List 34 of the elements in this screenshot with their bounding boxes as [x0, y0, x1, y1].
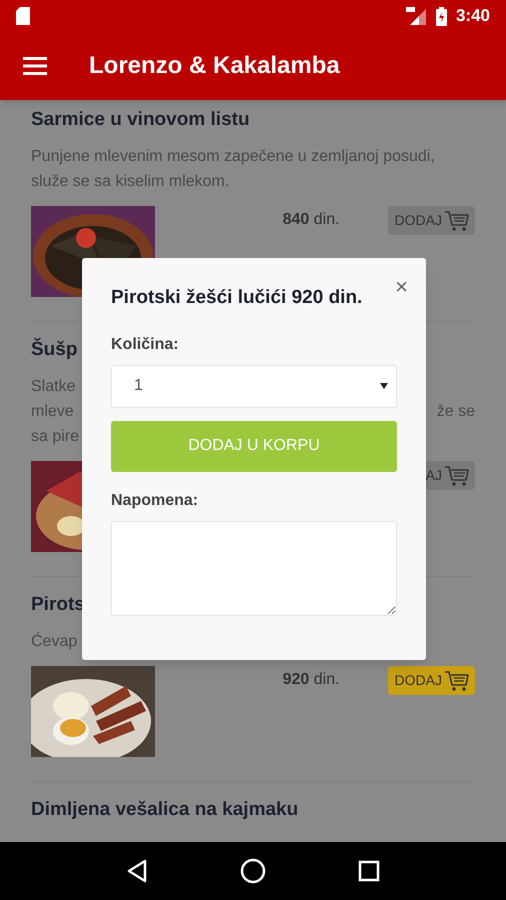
back-icon[interactable] [126, 859, 148, 883]
recents-icon[interactable] [358, 860, 380, 882]
note-field[interactable] [111, 520, 397, 616]
cart-icon [444, 670, 470, 692]
dish-description: Slatke [31, 377, 76, 397]
signal-icon [406, 7, 426, 25]
note-label: Napomena: [111, 490, 200, 510]
close-button[interactable]: × [395, 276, 408, 298]
app-title: Lorenzo & Kakalamba [89, 51, 340, 81]
add-button[interactable]: DODAJ [388, 666, 475, 695]
dish-description: Ćevap [31, 631, 78, 652]
dish-description: mleve [31, 402, 74, 422]
quantity-select[interactable]: 1 [111, 364, 397, 408]
dish-title: Sarmice u vinovom listu [31, 108, 250, 132]
sim-card-icon [16, 7, 30, 25]
dialog-title: Pirotski žešći lučići 920 din. [111, 286, 362, 310]
dish-title: Dimljena vešalica na kajmaku [31, 798, 298, 822]
quantity-label: Količina: [111, 334, 180, 354]
add-button[interactable]: DODAJ [388, 206, 475, 235]
dropdown-arrow-icon [380, 383, 388, 389]
price: 920 din. [282, 670, 340, 690]
dish-description: Punjene mlevenim mesom zapečene u zemljanoj posudi, [31, 147, 435, 167]
dish-description: že se [436, 402, 475, 422]
menu-icon[interactable] [23, 57, 47, 75]
dish-description: sa pire [31, 427, 80, 447]
battery-icon [436, 6, 447, 26]
dish-description: služe se sa kiselim mlekom. [31, 172, 230, 192]
price: 840 din. [282, 210, 340, 230]
clock: 3:40 [456, 5, 490, 28]
dish-title: Pirots [31, 593, 85, 617]
cart-icon [444, 464, 470, 486]
cart-icon [444, 210, 470, 232]
dish-title: Šušp [31, 337, 78, 362]
home-icon[interactable] [240, 858, 266, 884]
